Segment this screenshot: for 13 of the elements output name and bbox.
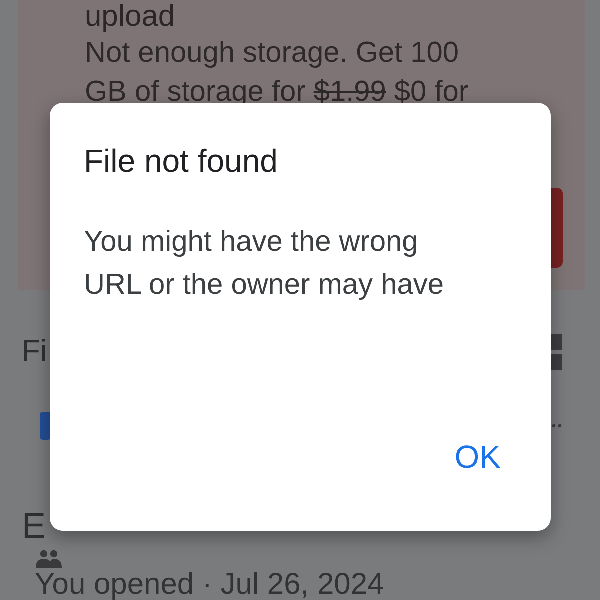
dialog-message: You might have the wrong URL or the owner may have (84, 225, 445, 303)
shared-people-icon (36, 550, 62, 568)
banner-text: $0 for (394, 75, 469, 110)
dialog-title: File not found (84, 142, 279, 181)
banner-text: GB of storage for (85, 75, 306, 110)
more-icon[interactable] (552, 424, 562, 428)
ok-button[interactable]: OK (454, 439, 501, 476)
file-opened-date: You opened · Jul 26, 2024 (35, 568, 386, 600)
banner-title: upload (85, 0, 176, 34)
banner-text: Not enough storage. Get 100 (85, 36, 460, 71)
old-price: $1.99 (314, 75, 386, 110)
file-name[interactable]: E (22, 506, 48, 546)
section-heading: Fi (22, 335, 47, 369)
